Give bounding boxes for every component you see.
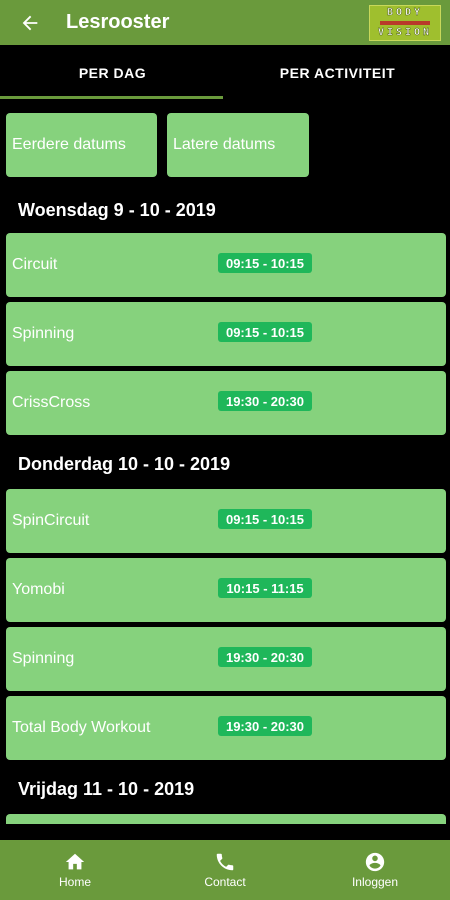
session-card[interactable]: CrissCross 19:30 - 20:30 (6, 371, 446, 435)
schedule-list[interactable]: Eerdere datums Latere datums Woensdag 9 … (0, 100, 450, 840)
logo-text-top: BODY (386, 7, 424, 18)
session-name: SpinCircuit (12, 512, 90, 529)
tab-per-dag[interactable]: PER DAG (0, 45, 225, 100)
nav-inloggen[interactable]: Inloggen (300, 840, 450, 900)
session-card-partial[interactable] (6, 814, 446, 824)
bottom-navigation: Home Contact Inloggen (0, 840, 450, 900)
session-card[interactable]: Yomobi 10:15 - 11:15 (6, 558, 446, 622)
session-card[interactable]: Spinning 19:30 - 20:30 (6, 627, 446, 691)
nav-inloggen-label: Inloggen (351, 875, 399, 889)
session-card[interactable]: Spinning 09:15 - 10:15 (6, 302, 446, 366)
phone-icon (216, 853, 234, 871)
nav-contact-label: Contact (204, 875, 246, 889)
time-badge: 19:30 - 20:30 (218, 716, 312, 736)
session-card[interactable]: Circuit 09:15 - 10:15 (6, 233, 446, 297)
session-name: Yomobi (12, 581, 65, 598)
time-badge: 19:30 - 20:30 (218, 391, 312, 411)
time-badge: 10:15 - 11:15 (218, 578, 312, 598)
page-title: Lesrooster (66, 11, 170, 33)
previous-dates-button[interactable]: Eerdere datums (6, 113, 157, 177)
session-name: Spinning (12, 650, 75, 667)
body-vision-logo: BODY VISION (369, 5, 441, 41)
day-header: Donderdag 10 - 10 - 2019 (18, 454, 231, 474)
account-circle-icon (365, 852, 385, 872)
back-button[interactable] (8, 0, 52, 45)
session-card[interactable]: Total Body Workout 19:30 - 20:30 (6, 696, 446, 760)
next-dates-button[interactable]: Latere datums (167, 113, 309, 177)
nav-home[interactable]: Home (0, 840, 150, 900)
app-bar: Lesrooster BODY VISION (0, 0, 450, 45)
home-icon (65, 853, 85, 870)
arrow-left-icon (22, 15, 38, 30)
session-card[interactable]: SpinCircuit 09:15 - 10:15 (6, 489, 446, 553)
session-name: CrissCross (12, 394, 91, 411)
logo-text-bottom: VISION (377, 27, 433, 38)
session-name: Circuit (12, 256, 58, 273)
tab-bar: PER DAG PER ACTIVITEIT (0, 45, 450, 100)
time-badge: 09:15 - 10:15 (218, 322, 312, 342)
logo-divider (380, 21, 430, 25)
time-badge: 09:15 - 10:15 (218, 509, 312, 529)
session-name: Spinning (12, 325, 75, 342)
time-badge: 09:15 - 10:15 (218, 253, 312, 273)
tab-per-activiteit[interactable]: PER ACTIVITEIT (225, 45, 450, 100)
nav-home-label: Home (58, 875, 91, 889)
day-header: Vrijdag 11 - 10 - 2019 (18, 779, 195, 799)
day-header: Woensdag 9 - 10 - 2019 (18, 199, 216, 220)
date-navigation: Eerdere datums Latere datums (0, 100, 450, 177)
time-badge: 19:30 - 20:30 (218, 647, 312, 667)
nav-contact[interactable]: Contact (150, 840, 300, 900)
session-name: Total Body Workout (12, 719, 151, 736)
